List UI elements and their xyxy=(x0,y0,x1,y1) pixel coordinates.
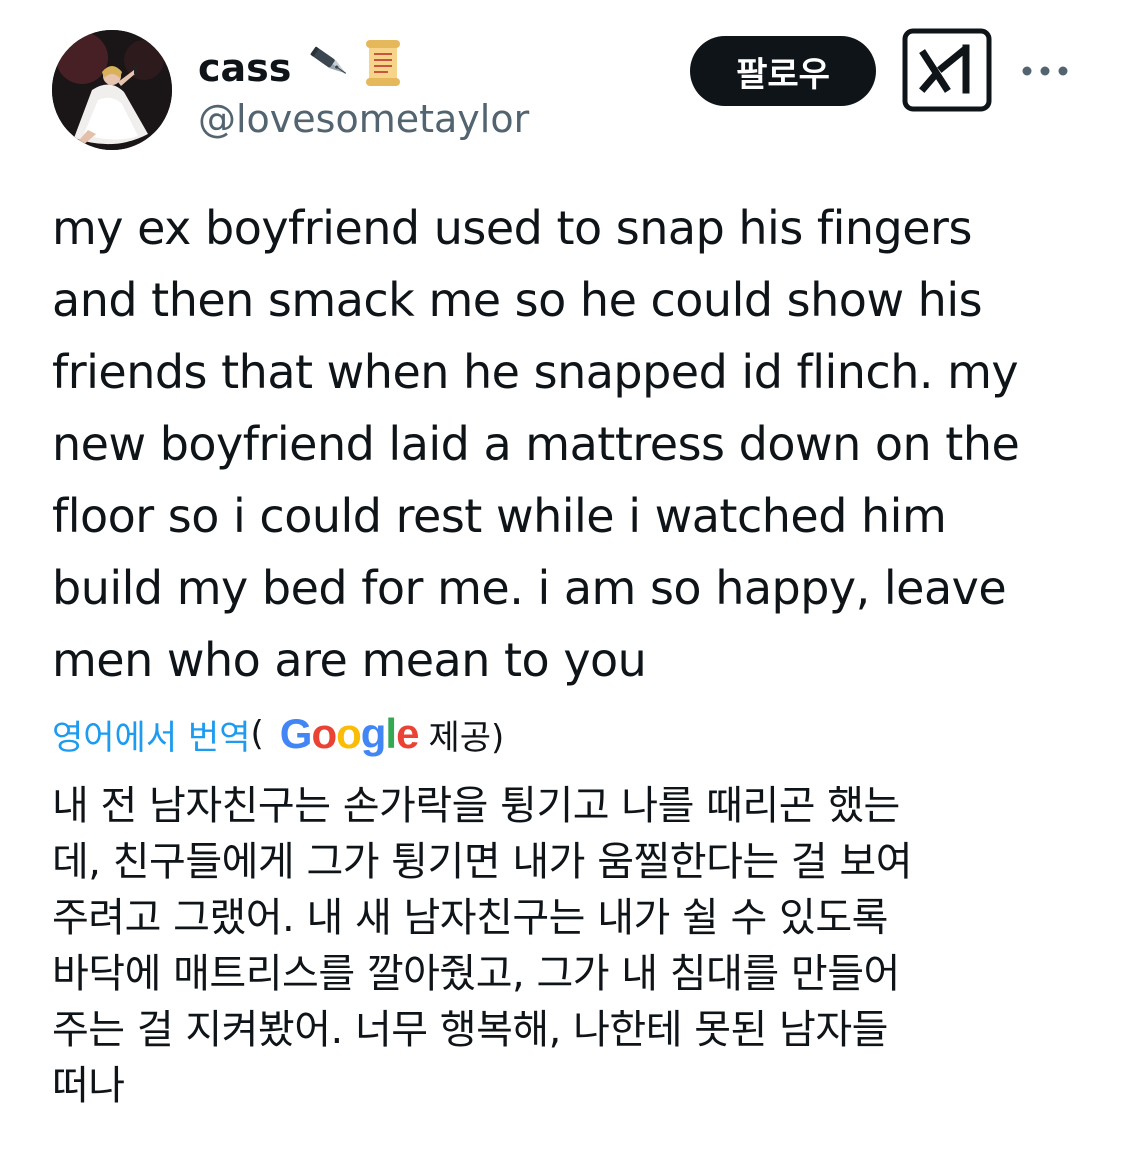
tweet-text: my ex boyfriend used to snap his fingers… xyxy=(52,201,1020,687)
translation-attribution: 영어에서 번역 ( Google 제공) xyxy=(52,706,504,762)
display-name[interactable]: cass xyxy=(198,45,291,91)
more-options-button[interactable] xyxy=(1020,54,1070,88)
grok-button[interactable] xyxy=(902,28,992,116)
scroll-emoji-icon xyxy=(361,38,405,98)
provider-suffix: 제공) xyxy=(428,717,505,758)
open-paren: ( xyxy=(250,714,264,754)
translated-text: 내 전 남자친구는 손가락을 튕기고 나를 때리곤 했는 데, 친구들에게 그가… xyxy=(52,783,913,1109)
pen-nib-emoji-icon xyxy=(305,40,357,96)
more-icon xyxy=(1021,62,1069,81)
follow-button[interactable]: 팔로우 xyxy=(690,36,876,106)
author-name-row[interactable]: cass xyxy=(198,38,405,98)
translate-link[interactable]: 영어에서 번역 xyxy=(52,710,251,759)
avatar-image xyxy=(52,30,172,150)
grok-icon xyxy=(902,28,992,116)
avatar[interactable] xyxy=(52,30,172,150)
google-logo: Google xyxy=(279,710,420,757)
author-handle[interactable]: @lovesometaylor xyxy=(198,96,529,142)
